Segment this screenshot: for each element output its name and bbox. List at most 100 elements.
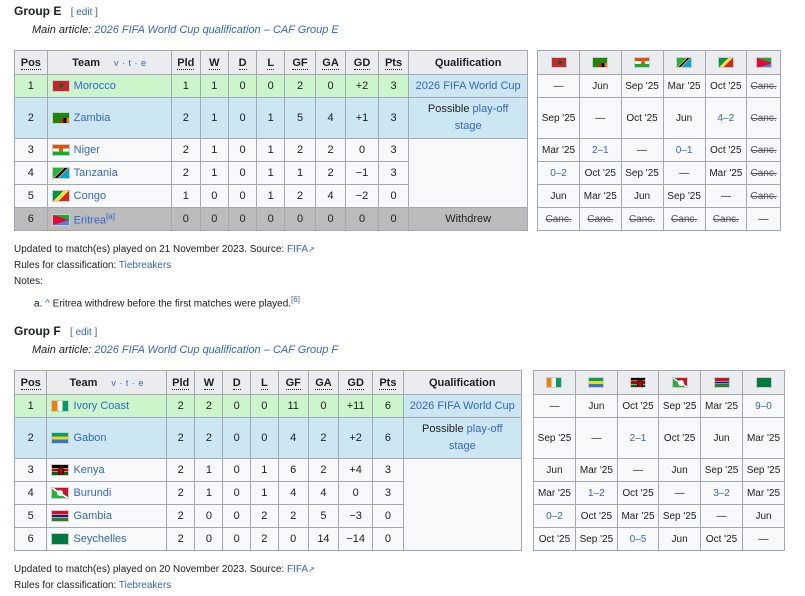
cancelled-match: Canc.	[628, 213, 656, 225]
team-link[interactable]: Eritrea	[74, 214, 106, 226]
table-row: 1 Ivory Coast 2 2 0 0 11 0 +11 6 2026 FIFA World C…	[13, 394, 523, 418]
cancelled-match: Canc.	[750, 190, 777, 202]
zambia-flag-icon[interactable]	[592, 56, 609, 68]
team-link[interactable]: Gambia	[73, 510, 112, 522]
stat-d: 0	[222, 527, 252, 551]
stat-gf: 4	[277, 417, 309, 459]
group-f-section: Group F [ edit ] Main article: 2026 FIFA…	[13, 324, 785, 591]
result-cell: Mar '25	[742, 481, 785, 505]
group-f-standings-table: Pos Team v · t · e Pld W D L GF GA GD Pts…	[13, 370, 523, 551]
col-team: Team v · t · e	[46, 370, 167, 395]
qualification-none	[402, 458, 523, 551]
note-a-ref-link[interactable]: [a]	[106, 212, 115, 221]
tiebreakers-link[interactable]: Tiebreakers	[119, 260, 171, 271]
col-pts: Pts	[377, 50, 410, 75]
result-cell: Canc.	[746, 74, 781, 98]
match-score-link[interactable]: 0–2	[550, 168, 567, 179]
playoff-link[interactable]: play-off	[473, 103, 509, 115]
ivory-coast-flag-icon[interactable]	[546, 376, 563, 388]
playoff-link[interactable]: play-off	[467, 423, 503, 435]
match-date: Sep '25	[667, 190, 701, 202]
vte-links[interactable]: v · t · e	[111, 378, 144, 388]
cancelled-match: Canc.	[750, 80, 777, 92]
position: 1	[13, 394, 48, 418]
team-link[interactable]: Kenya	[73, 464, 104, 476]
fifa-source-link[interactable]: FIFA	[287, 564, 308, 575]
result-cell: Sep '25	[700, 458, 743, 482]
result-cell: Canc.	[579, 207, 622, 231]
group-e-edit-link[interactable]: edit	[76, 7, 92, 18]
team-cell: Gabon	[46, 417, 167, 459]
eritrea-flag-icon[interactable]	[755, 56, 772, 68]
result-cell: 0–5	[616, 527, 660, 551]
vte-links[interactable]: v · t · e	[114, 58, 147, 68]
match-score-link[interactable]: 2–1	[592, 145, 609, 156]
group-e-main-article-link[interactable]: 2026 FIFA World Cup qualification – CAF …	[94, 24, 338, 36]
result-cell: Sep '25	[658, 504, 702, 528]
team-link[interactable]: Tanzania	[74, 167, 118, 179]
group-f-main-article: Main article: 2026 FIFA World Cup qualif…	[32, 344, 784, 356]
stat-d: 0	[227, 138, 258, 162]
match-score-link[interactable]: 1–2	[588, 488, 605, 499]
team-cell: Burundi	[46, 481, 167, 505]
match-score-link[interactable]: 0–1	[676, 145, 693, 156]
world-cup-link[interactable]: 2026 FIFA World Cup	[416, 80, 521, 92]
stat-ga: 2	[307, 417, 340, 459]
stat-gf: 5	[284, 97, 316, 139]
match-date: Mar '25	[583, 190, 617, 202]
tanzania-flag-icon[interactable]	[676, 56, 693, 68]
gabon-flag-icon[interactable]	[588, 376, 605, 388]
cancelled-match: Canc.	[750, 144, 777, 156]
match-score-link[interactable]: 0–2	[546, 511, 563, 522]
match-score-link[interactable]: 2–1	[630, 433, 647, 444]
team-link[interactable]: Niger	[74, 144, 100, 156]
group-f-tables: Pos Team v · t · e Pld W D L GF GA GD Pts…	[13, 370, 785, 551]
niger-flag-icon	[51, 144, 70, 157]
team-link[interactable]: Congo	[74, 190, 106, 202]
result-cell: —	[536, 74, 581, 98]
seychelles-flag-icon[interactable]	[755, 376, 772, 388]
position: 4	[14, 161, 48, 185]
team-cell: Kenya	[46, 458, 167, 482]
position: 6	[14, 207, 48, 231]
stat-d: 0	[227, 97, 258, 139]
playoff-stage-link[interactable]: stage	[455, 120, 482, 132]
ref-6-link[interactable]: [6]	[291, 295, 300, 304]
team-link[interactable]: Seychelles	[73, 533, 126, 545]
result-cell: Oct '25	[616, 481, 660, 505]
fifa-source-link[interactable]: FIFA	[287, 244, 308, 255]
col-l: L	[256, 50, 286, 75]
gambia-flag-icon[interactable]	[713, 376, 730, 388]
team-link[interactable]: Gabon	[73, 432, 106, 444]
morocco-flag-icon[interactable]: ★	[550, 56, 567, 68]
match-date: Sep '25	[704, 464, 739, 476]
niger-flag-icon[interactable]	[634, 56, 651, 68]
match-score-link[interactable]: 3–2	[713, 488, 730, 499]
tiebreakers-link[interactable]: Tiebreakers	[119, 580, 171, 591]
match-score-link[interactable]: 9–0	[755, 401, 772, 412]
qualification-withdrew: Withdrew	[408, 207, 528, 231]
group-f-main-article-link[interactable]: 2026 FIFA World Cup qualification – CAF …	[94, 344, 338, 356]
match-date: Oct '25	[705, 533, 738, 545]
result-cell: 2–1	[579, 138, 622, 162]
team-link[interactable]: Zambia	[74, 112, 111, 124]
match-date: —	[758, 213, 769, 225]
team-link[interactable]: Burundi	[73, 487, 111, 499]
team-link[interactable]: Morocco	[74, 80, 116, 92]
match-score-link[interactable]: 4–2	[718, 113, 735, 124]
playoff-stage-link[interactable]: stage	[449, 440, 476, 452]
burundi-flag-icon[interactable]	[671, 376, 688, 388]
result-cell: Sep '25	[574, 527, 618, 551]
world-cup-link[interactable]: 2026 FIFA World Cup	[410, 400, 515, 412]
team-link[interactable]: Ivory Coast	[73, 400, 129, 412]
results-col-gambia	[700, 370, 743, 395]
results-col-eritrea	[746, 50, 781, 75]
results-col-congo	[704, 50, 748, 75]
kenya-flag-icon[interactable]	[630, 376, 646, 388]
match-score-link[interactable]: 0–5	[630, 534, 647, 545]
result-cell: —	[616, 458, 660, 482]
congo-flag-icon[interactable]	[717, 56, 734, 68]
group-f-edit-link[interactable]: edit	[76, 327, 92, 338]
result-cell: 0–2	[533, 504, 576, 528]
stat-w: 1	[194, 481, 224, 505]
